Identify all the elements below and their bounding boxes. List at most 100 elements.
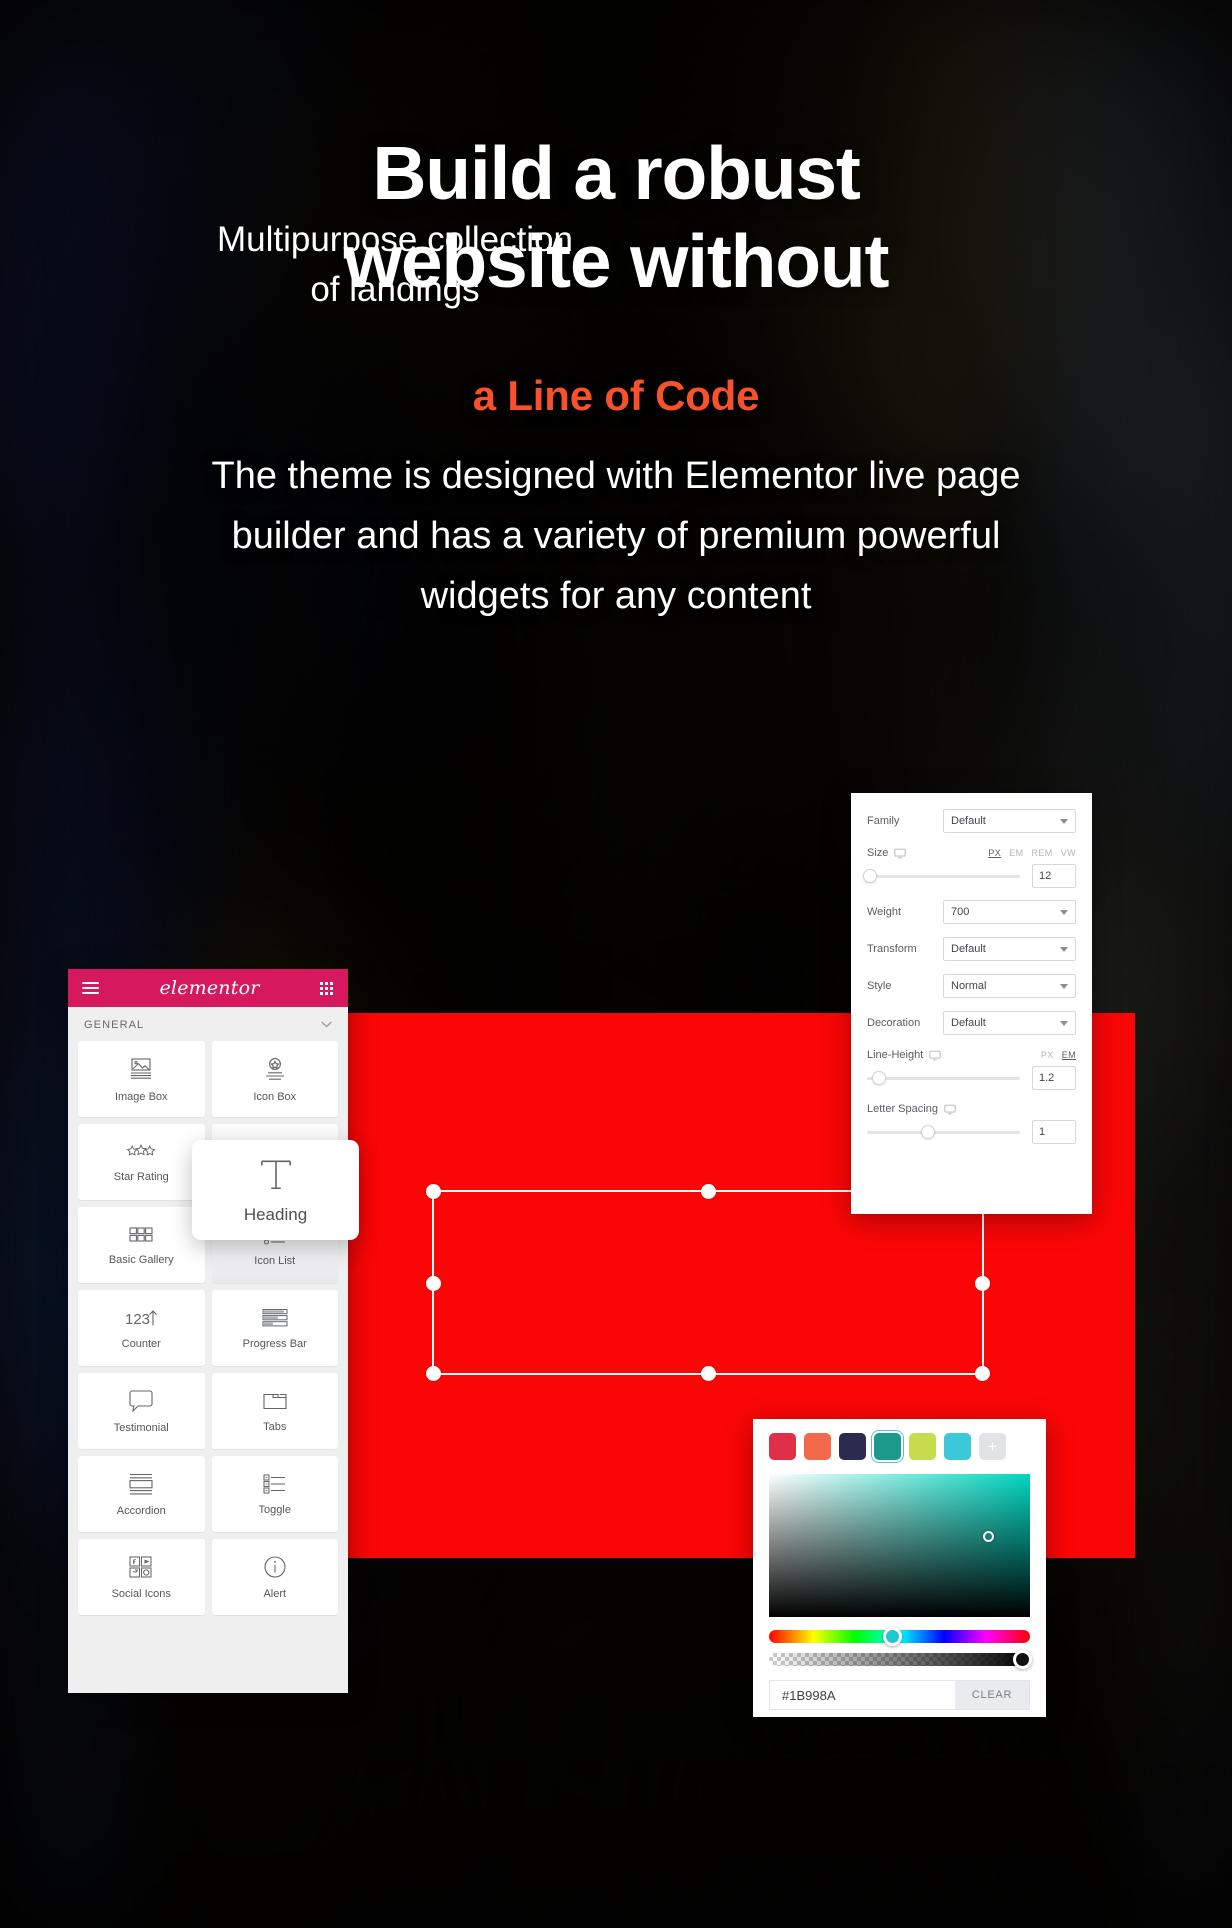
size-unit-rem[interactable]: REM: [1031, 848, 1052, 858]
slider-track: [867, 1076, 1020, 1080]
sv-black-gradient: [769, 1474, 1030, 1617]
field-label-letter-spacing: Letter Spacing: [867, 1103, 956, 1115]
line-height-value-input[interactable]: 1.2: [1032, 1066, 1076, 1090]
slider-knob[interactable]: [863, 869, 878, 883]
chevron-down-icon: [1060, 983, 1068, 989]
size-slider[interactable]: [863, 868, 1020, 884]
widget-tile-testimonial[interactable]: Testimonial: [78, 1373, 205, 1449]
hex-input[interactable]: #1B998A: [770, 1681, 955, 1709]
hero-description-line-3: widgets for any content: [420, 574, 812, 617]
hue-slider-knob[interactable]: [882, 1627, 902, 1646]
typography-panel: Family Default Size PX EM REM VW 12 Weig…: [851, 793, 1092, 1214]
widget-tile-star-rating[interactable]: Star Rating: [78, 1124, 205, 1200]
canvas-heading-text[interactable]: Multipurpose collection of landings: [60, 215, 730, 314]
color-swatch-1[interactable]: [804, 1433, 831, 1460]
transform-select[interactable]: Default: [943, 937, 1076, 961]
letter-spacing-slider[interactable]: [867, 1124, 1020, 1140]
color-swatch-0[interactable]: [769, 1433, 796, 1460]
widget-tile-basic-gallery[interactable]: Basic Gallery: [78, 1207, 205, 1283]
counter-123-icon: 123: [124, 1307, 158, 1329]
panel-section-header[interactable]: GENERAL: [68, 1007, 348, 1041]
typography-row-style: Style Normal: [867, 972, 1076, 1000]
selection-frame[interactable]: [426, 1184, 990, 1381]
widget-tile-alert[interactable]: Alert: [211, 1539, 338, 1615]
heading-t-icon: [256, 1155, 296, 1193]
slider-knob[interactable]: [872, 1071, 887, 1085]
widget-label: Star Rating: [113, 1170, 169, 1183]
color-swatch-4[interactable]: [909, 1433, 936, 1460]
size-value-input[interactable]: 12: [1032, 864, 1076, 888]
size-unit-vw[interactable]: VW: [1061, 848, 1076, 858]
star-rating-icon: [126, 1142, 156, 1162]
widget-label: Accordion: [116, 1504, 166, 1517]
letter-spacing-slider-row: 1: [867, 1120, 1076, 1144]
canvas-heading-line-1: Multipurpose collection: [216, 220, 573, 259]
alpha-slider[interactable]: [769, 1650, 1033, 1669]
toggle-list-icon: [262, 1473, 288, 1495]
line-height-slider[interactable]: [867, 1070, 1020, 1086]
widget-label: Alert: [263, 1587, 287, 1600]
widget-label: Progress Bar: [242, 1337, 307, 1350]
color-swatch-2[interactable]: [839, 1433, 866, 1460]
size-slider-row: 12: [863, 864, 1076, 888]
gallery-grid-icon: [128, 1225, 154, 1245]
hue-slider[interactable]: [769, 1627, 1030, 1646]
chevron-down-icon: [1060, 946, 1068, 952]
letter-spacing-value-input[interactable]: 1: [1032, 1120, 1076, 1144]
resize-handle-bottom-right[interactable]: [975, 1366, 990, 1381]
widget-tile-accordion[interactable]: Accordion: [78, 1456, 205, 1532]
resize-handle-top-left[interactable]: [426, 1184, 441, 1199]
decoration-select[interactable]: Default: [943, 1011, 1076, 1035]
color-swatch-3-selected[interactable]: [874, 1433, 901, 1460]
resize-handle-middle-left[interactable]: [426, 1275, 441, 1291]
grid-apps-icon[interactable]: [320, 981, 334, 995]
color-swatch-row: +: [769, 1433, 1030, 1460]
desktop-monitor-icon[interactable]: [894, 848, 907, 859]
chevron-down-icon: [1060, 909, 1068, 915]
family-select[interactable]: Default: [943, 809, 1076, 833]
resize-handle-top-center[interactable]: [701, 1184, 716, 1199]
slider-track: [867, 1130, 1020, 1134]
field-label-size: Size: [867, 847, 943, 859]
size-unit-px[interactable]: PX: [988, 848, 1001, 858]
widget-tile-icon-box[interactable]: Icon Box: [211, 1041, 338, 1117]
size-unit-em[interactable]: EM: [1009, 848, 1023, 858]
widget-tile-image-box[interactable]: Image Box: [78, 1041, 205, 1117]
weight-select[interactable]: 700: [943, 900, 1076, 924]
slider-knob[interactable]: [921, 1125, 936, 1139]
alpha-slider-knob[interactable]: [1013, 1650, 1033, 1669]
resize-handle-bottom-center[interactable]: [701, 1366, 716, 1381]
chevron-down-icon[interactable]: [321, 1019, 332, 1031]
widget-tile-counter[interactable]: 123 Counter: [78, 1290, 205, 1366]
widget-label: Social Icons: [111, 1587, 171, 1600]
accordion-icon: [128, 1472, 154, 1496]
widget-tile-progress-bar[interactable]: Progress Bar: [211, 1290, 338, 1366]
style-select[interactable]: Normal: [943, 974, 1076, 998]
clear-button[interactable]: CLEAR: [955, 1681, 1029, 1709]
line-height-slider-row: 1.2: [867, 1066, 1076, 1090]
resize-handle-bottom-left[interactable]: [426, 1366, 441, 1381]
resize-handle-middle-right[interactable]: [975, 1275, 990, 1291]
field-label-size-text: Size: [867, 847, 889, 859]
widget-label: Testimonial: [113, 1421, 169, 1434]
widget-tile-social-icons[interactable]: Social Icons: [78, 1539, 205, 1615]
hex-row: #1B998A CLEAR: [769, 1680, 1030, 1710]
color-swatch-5[interactable]: [944, 1433, 971, 1460]
field-label-decoration: Decoration: [867, 1017, 921, 1029]
saturation-value-area[interactable]: [769, 1474, 1030, 1617]
hero-accent-subtitle: a Line of Code: [472, 371, 760, 419]
line-height-unit-px[interactable]: PX: [1041, 1050, 1054, 1060]
weight-select-value: 700: [951, 906, 970, 918]
add-swatch-button[interactable]: +: [979, 1433, 1006, 1460]
field-label-line-height: Line-Height: [867, 1049, 941, 1061]
widget-tile-toggle[interactable]: Toggle: [211, 1456, 338, 1532]
hero-description-line-2: builder and has a variety of premium pow…: [231, 514, 1001, 557]
line-height-unit-em[interactable]: EM: [1062, 1050, 1076, 1060]
desktop-monitor-icon[interactable]: [944, 1104, 956, 1115]
widget-tile-tabs[interactable]: Tabs: [211, 1373, 338, 1449]
hamburger-icon[interactable]: [82, 982, 99, 994]
widget-label: Icon Box: [253, 1090, 297, 1103]
dragging-widget-heading[interactable]: Heading: [192, 1140, 359, 1240]
elementor-widget-panel: elementor GENERAL Image Box Icon Box Sta…: [68, 969, 348, 1693]
desktop-monitor-icon[interactable]: [929, 1050, 941, 1061]
